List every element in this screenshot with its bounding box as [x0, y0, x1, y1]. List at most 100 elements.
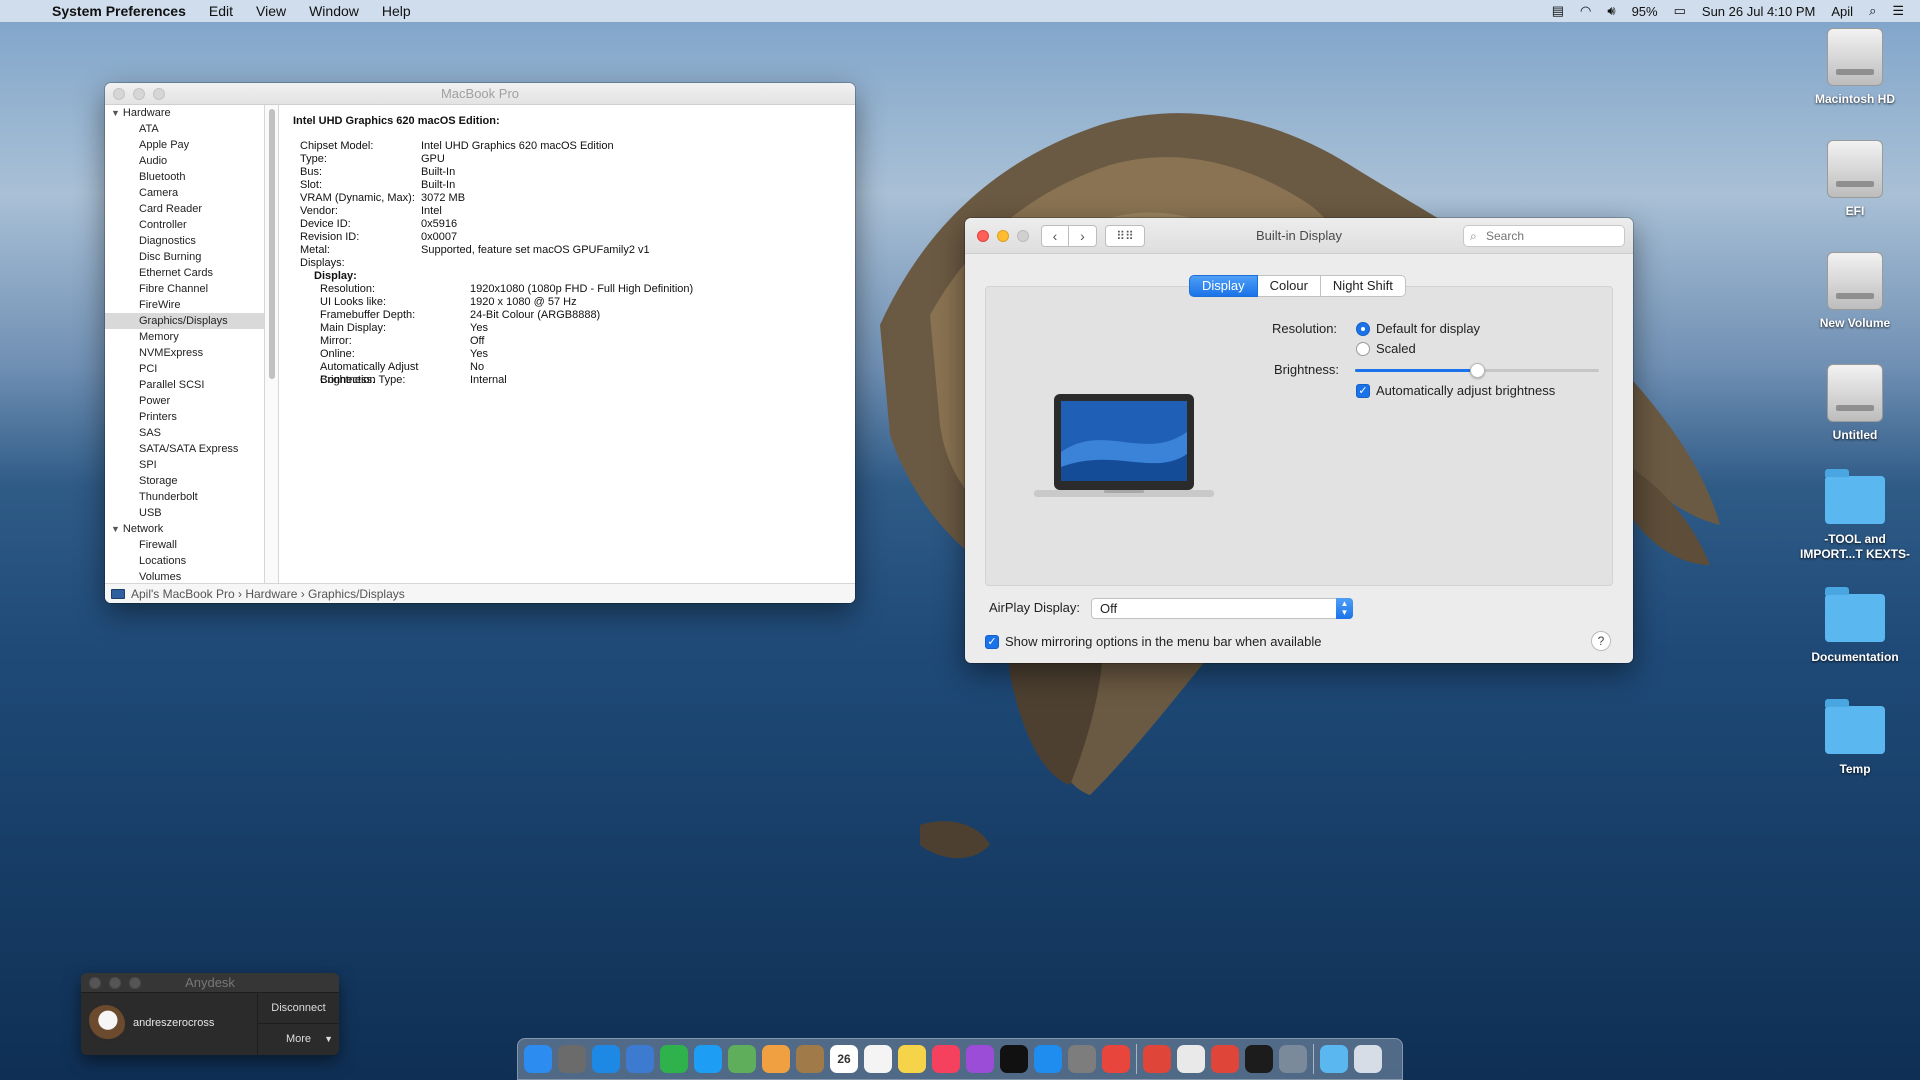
auto-brightness-checkbox[interactable]: ✓: [1356, 383, 1370, 398]
show-all-grid-button[interactable]: ⠿⠿: [1105, 225, 1145, 247]
preview-icon[interactable]: [626, 1045, 654, 1073]
sidebar-item[interactable]: Locations: [105, 553, 264, 569]
disclosure-triangle-icon[interactable]: ▼: [111, 108, 120, 118]
battery-icon[interactable]: ▭: [1674, 3, 1686, 19]
radio-scaled[interactable]: [1356, 341, 1370, 356]
sidebar-item[interactable]: Graphics/Displays: [105, 313, 264, 329]
sidebar-item[interactable]: Fibre Channel: [105, 281, 264, 297]
display-titlebar[interactable]: ‹ › ⠿⠿ Built-in Display ⌕: [965, 218, 1633, 254]
auto-brightness-option[interactable]: ✓ Automatically adjust brightness: [1356, 383, 1555, 398]
brightness-slider[interactable]: [1355, 362, 1599, 378]
desktop-icon-folder[interactable]: Temp: [1800, 699, 1910, 777]
menu-window[interactable]: Window: [309, 3, 359, 19]
disclosure-triangle-icon[interactable]: ▼: [111, 524, 120, 534]
finder-icon[interactable]: [524, 1045, 552, 1073]
sidebar-item[interactable]: Power: [105, 393, 264, 409]
minimize-button[interactable]: [997, 230, 1009, 242]
search-input[interactable]: [1486, 229, 1616, 243]
sidebar-item[interactable]: Parallel SCSI: [105, 377, 264, 393]
user-menu[interactable]: Apil: [1831, 4, 1853, 19]
app-store-icon[interactable]: [1034, 1045, 1062, 1073]
sidebar-item[interactable]: USB: [105, 505, 264, 521]
more-button[interactable]: More ▼: [258, 1024, 339, 1055]
launchpad-icon[interactable]: [558, 1045, 586, 1073]
close-button[interactable]: [977, 230, 989, 242]
textedit-icon[interactable]: [1177, 1045, 1205, 1073]
sidebar-item[interactable]: Apple Pay: [105, 137, 264, 153]
messages-icon[interactable]: [694, 1045, 722, 1073]
notification-center-icon[interactable]: ☰: [1892, 3, 1904, 19]
zoom-button[interactable]: [1017, 230, 1029, 242]
clock[interactable]: Sun 26 Jul 4:10 PM: [1702, 4, 1815, 19]
calendar-icon[interactable]: 26: [830, 1045, 858, 1073]
menu-app-name[interactable]: System Preferences: [52, 3, 186, 19]
sidebar-group-hardware[interactable]: ▼ Hardware: [105, 105, 264, 121]
sidebar-item[interactable]: Storage: [105, 473, 264, 489]
back-button[interactable]: ‹: [1041, 225, 1069, 247]
volume-icon[interactable]: 🔊︎: [1607, 3, 1615, 19]
sidebar-item[interactable]: SAS: [105, 425, 264, 441]
minimize-button[interactable]: [133, 88, 145, 100]
path-computer[interactable]: Apil's MacBook Pro: [131, 584, 235, 604]
anydesk-titlebar[interactable]: Anydesk: [81, 973, 339, 993]
sidebar-item[interactable]: ATA: [105, 121, 264, 137]
resolution-option-scaled[interactable]: Scaled: [1356, 341, 1416, 356]
sidebar-item[interactable]: Audio: [105, 153, 264, 169]
sidebar-item[interactable]: FireWire: [105, 297, 264, 313]
tab-colour[interactable]: Colour: [1257, 275, 1321, 297]
sidebar-item[interactable]: Thunderbolt: [105, 489, 264, 505]
terminal-icon[interactable]: [1245, 1045, 1273, 1073]
sidebar-item[interactable]: PCI: [105, 361, 264, 377]
sidebar-item[interactable]: Ethernet Cards: [105, 265, 264, 281]
sidebar-item[interactable]: Printers: [105, 409, 264, 425]
wifi-icon[interactable]: ◠: [1580, 3, 1591, 19]
zoom-button[interactable]: [153, 88, 165, 100]
sidebar-item[interactable]: SPI: [105, 457, 264, 473]
sidebar-item[interactable]: Disc Burning: [105, 249, 264, 265]
spotlight-icon[interactable]: ⌕: [1869, 3, 1876, 19]
resolution-option-default[interactable]: Default for display: [1356, 321, 1480, 336]
facetime-icon[interactable]: [660, 1045, 688, 1073]
system-preferences-icon[interactable]: [1068, 1045, 1096, 1073]
zoom-button[interactable]: [129, 977, 141, 989]
airplay-display-select[interactable]: Off ▲ ▼: [1091, 598, 1353, 619]
sidebar-item[interactable]: NVMExpress: [105, 345, 264, 361]
mirroring-option[interactable]: ✓ Show mirroring options in the menu bar…: [985, 634, 1322, 649]
sidebar-item[interactable]: SATA/SATA Express: [105, 441, 264, 457]
radio-default-for-display[interactable]: [1356, 321, 1370, 336]
sidebar-item[interactable]: Card Reader: [105, 201, 264, 217]
tab-night-shift[interactable]: Night Shift: [1320, 275, 1406, 297]
maps-icon[interactable]: [728, 1045, 756, 1073]
menu-view[interactable]: View: [256, 3, 286, 19]
activity-monitor-icon[interactable]: ▤: [1552, 3, 1564, 19]
forward-button[interactable]: ›: [1069, 225, 1097, 247]
path-hardware[interactable]: Hardware: [245, 584, 297, 604]
sidebar-group-network[interactable]: ▼ Network: [105, 521, 264, 537]
desktop-icon-disk[interactable]: Untitled: [1800, 364, 1910, 443]
help-button[interactable]: ?: [1591, 631, 1611, 651]
podcasts-icon[interactable]: [966, 1045, 994, 1073]
sidebar-item[interactable]: Diagnostics: [105, 233, 264, 249]
anydesk-icon[interactable]: [1143, 1045, 1171, 1073]
minimize-button[interactable]: [109, 977, 121, 989]
chrome-icon[interactable]: [1102, 1045, 1130, 1073]
path-graphics[interactable]: Graphics/Displays: [308, 584, 405, 604]
battery-percentage[interactable]: 95%: [1632, 4, 1658, 19]
menu-help[interactable]: Help: [382, 3, 411, 19]
music-icon[interactable]: [932, 1045, 960, 1073]
sysinfo-titlebar[interactable]: MacBook Pro: [105, 83, 855, 105]
sidebar-item[interactable]: Volumes: [105, 569, 264, 583]
sidebar-item[interactable]: Controller: [105, 217, 264, 233]
sidebar-item[interactable]: Firewall: [105, 537, 264, 553]
tab-display[interactable]: Display: [1189, 275, 1258, 297]
disconnect-button[interactable]: Disconnect: [258, 993, 339, 1024]
notes-icon[interactable]: [898, 1045, 926, 1073]
mirroring-checkbox[interactable]: ✓: [985, 634, 999, 649]
desktop-icon-disk[interactable]: EFI: [1800, 140, 1910, 219]
trash-icon[interactable]: [1354, 1045, 1382, 1073]
search-field[interactable]: ⌕: [1463, 225, 1625, 247]
scrollbar-thumb[interactable]: [269, 109, 275, 379]
notebook-icon[interactable]: [796, 1045, 824, 1073]
tv-icon[interactable]: [1000, 1045, 1028, 1073]
xcode-tool-icon[interactable]: [1279, 1045, 1307, 1073]
